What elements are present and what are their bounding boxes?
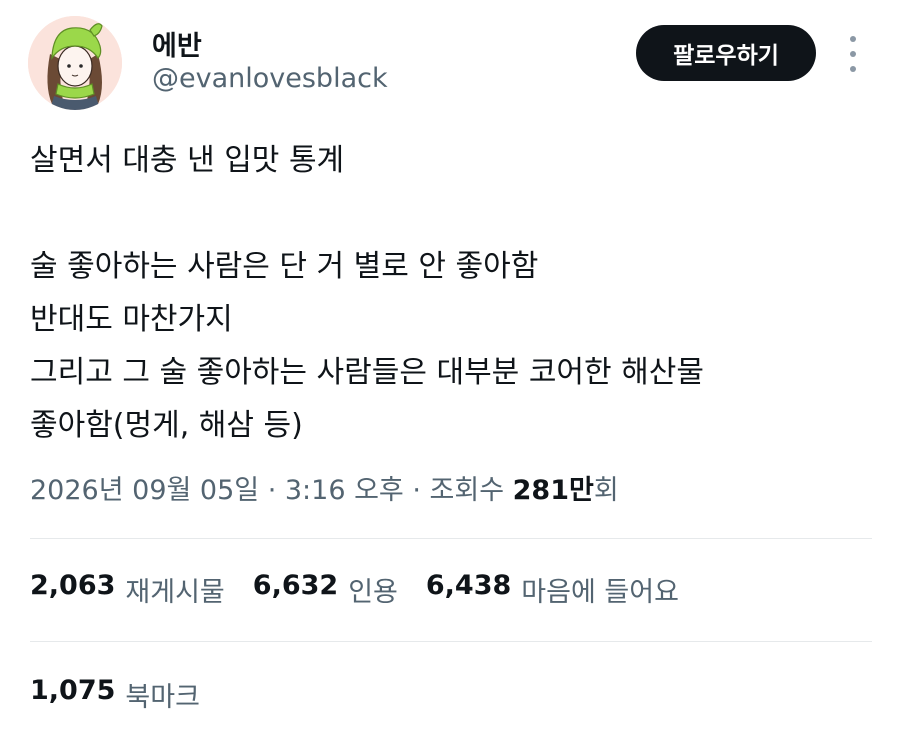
tweet-line: 술 좋아하는 사람은 단 거 별로 안 좋아함: [30, 249, 539, 284]
bookmarks-count: 1,075: [30, 675, 116, 706]
likes-stat[interactable]: 6,438 마음에 들어요: [426, 570, 679, 609]
more-vertical-icon[interactable]: [844, 36, 862, 72]
reposts-label: 재게시물: [125, 577, 225, 608]
quotes-count: 6,632: [252, 570, 339, 601]
tweet-date[interactable]: 2026년 09월 05일: [30, 475, 259, 506]
tweet-text: 살면서 대충 낸 입맛 통계 술 좋아하는 사람은 단 거 별로 안 좋아함 반…: [30, 134, 870, 452]
divider: [30, 538, 872, 539]
views-label: 조회수: [429, 475, 513, 506]
bookmarks-label: 북마크: [125, 682, 200, 713]
display-name[interactable]: 에반: [152, 24, 202, 63]
quotes-stat[interactable]: 6,632 인용: [253, 570, 398, 609]
tweet-time[interactable]: 3:16 오후: [285, 475, 404, 506]
meta-separator: ·: [259, 475, 285, 506]
more-dot: [850, 66, 856, 72]
views-count: 281만: [512, 475, 594, 506]
tweet-line: 그리고 그 술 좋아하는 사람들은 대부분 코어한 해산물: [30, 355, 704, 390]
views-suffix: 회: [593, 475, 619, 506]
quotes-label: 인용: [348, 577, 398, 608]
bookmarks-stat[interactable]: 1,075 북마크: [30, 675, 200, 714]
user-handle[interactable]: @evanlovesblack: [152, 63, 388, 94]
tweet-line: 좋아함(멍게, 해삼 등): [30, 408, 303, 443]
follow-button[interactable]: 팔로우하기: [636, 25, 816, 81]
avatar[interactable]: [28, 16, 122, 110]
divider: [30, 641, 872, 642]
meta-separator: ·: [403, 475, 430, 506]
likes-count: 6,438: [425, 570, 512, 601]
likes-label: 마음에 들어요: [521, 577, 679, 608]
avatar-illustration: [28, 16, 122, 110]
reposts-count: 2,063: [30, 570, 116, 601]
engagement-stats: 2,063 재게시물 6,632 인용 6,438 마음에 들어요: [30, 570, 679, 609]
more-dot: [850, 51, 856, 57]
more-dot: [850, 36, 856, 42]
reposts-stat[interactable]: 2,063 재게시물: [30, 570, 225, 609]
tweet-meta: 2026년 09월 05일 · 3:16 오후 · 조회수 281만회: [30, 468, 619, 507]
tweet-line: 살면서 대충 낸 입맛 통계: [30, 143, 345, 178]
tweet-header: 에반 @evanlovesblack 팔로우하기: [28, 16, 872, 112]
tweet-line: 반대도 마찬가지: [30, 302, 233, 337]
